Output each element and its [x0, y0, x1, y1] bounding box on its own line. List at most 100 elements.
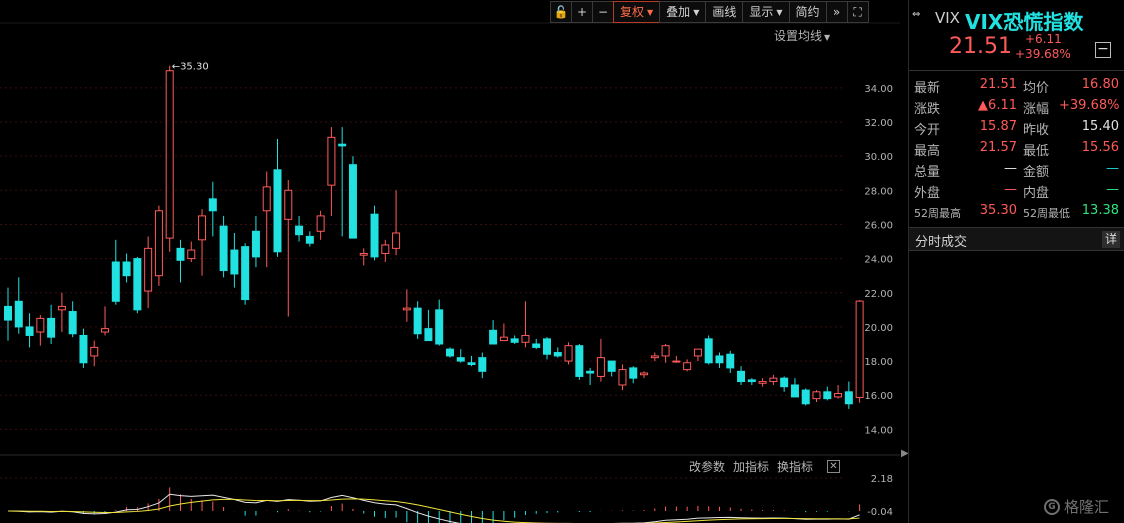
quote-label: 金额 [1023, 165, 1050, 180]
candle-body [596, 357, 605, 377]
candle-body [284, 189, 293, 220]
candle-body [381, 244, 390, 254]
toolbar-restore-button[interactable]: 复权 ▼ [613, 1, 661, 23]
candle-body [122, 261, 131, 277]
y-tick-label: 18.00 [864, 357, 893, 368]
quote-value: 21.57 [979, 140, 1017, 155]
candle-body [424, 328, 433, 342]
candle-body [111, 261, 120, 302]
candles [4, 65, 864, 409]
candle-body [68, 311, 77, 335]
candle-body [348, 164, 357, 239]
switch-indicator-button[interactable]: 换指标 [777, 458, 813, 475]
candle-body [456, 357, 465, 362]
candle-body [402, 307, 411, 311]
double-arrow-icon[interactable]: » [825, 1, 848, 23]
quote-value: 13.38 [1081, 203, 1119, 218]
candle-body [14, 300, 23, 328]
toolbar-zoom-in-label: + [576, 5, 588, 19]
quote-label: 涨跌 [914, 102, 941, 117]
tick-trades-header: 分时成交 详 [909, 227, 1124, 251]
kline-chart-area[interactable]: 34.00 32.00 30.00 28.00 26.00 24.00 22.00 20.00… [0, 0, 905, 523]
y-tick-label: 20.00 [864, 323, 893, 334]
toolbar-overlay-button[interactable]: 叠加 ▼ [659, 1, 707, 23]
candle-body [338, 143, 347, 147]
y-tick-label: 26.00 [864, 220, 893, 231]
minus-icon[interactable]: − [592, 1, 614, 23]
toolbar-overlay-label: 叠加 [666, 5, 691, 19]
close-icon[interactable]: ✕ [827, 460, 840, 473]
collapse-button[interactable]: − [1095, 42, 1111, 58]
candle-body [823, 391, 832, 400]
toolbar-display-label: 显示 [749, 5, 774, 19]
ma-setting-label: 设置均线 [774, 29, 823, 43]
candle-body [575, 345, 584, 377]
quote-label: 涨幅 [1023, 102, 1050, 117]
quote-label: 内盘 [1023, 186, 1050, 201]
candle-body [790, 384, 799, 398]
macd-subchart[interactable]: 2.18 -0.04 [0, 474, 893, 523]
price-block: 21.51 +6.11 +39.68% − [909, 31, 1124, 71]
candle-body [165, 70, 174, 239]
candle-body [198, 215, 207, 241]
candle-body [392, 232, 401, 249]
plus-icon[interactable]: + [571, 1, 593, 23]
quote-row: 最高 21.57 最低 15.56 [909, 138, 1124, 159]
macd-dea-line [7, 498, 860, 523]
toolbar-draw-label: 画线 [712, 5, 737, 19]
candle-body [435, 309, 444, 345]
quote-value: 16.80 [1081, 77, 1119, 92]
add-indicator-button[interactable]: 加指标 [733, 458, 769, 475]
candle-body [543, 338, 551, 355]
detail-button[interactable]: 详 [1102, 231, 1120, 248]
candle-body [510, 338, 519, 343]
toolbar-draw-button[interactable]: 画线 [705, 1, 744, 23]
quote-value: 21.51 [979, 77, 1017, 92]
quote-row: 外盘 — 内盘 — [909, 180, 1124, 201]
candle-body [25, 326, 34, 336]
candle-body [521, 334, 530, 343]
candle-body [47, 317, 56, 338]
quote-value: 15.87 [979, 119, 1017, 134]
quote-value: — [1004, 161, 1017, 176]
toolbar-zoom-out-label: − [597, 5, 609, 19]
candle-body [553, 352, 562, 357]
candle-body [629, 367, 638, 379]
candle-body [4, 305, 12, 321]
quote-panel: ⇔ VIX VIX恐慌指数 21.51 +6.11 +39.68% − 最新 21… [908, 0, 1124, 523]
candle-body [144, 247, 153, 292]
candle-body [57, 305, 66, 311]
symbol-code: VIX [935, 9, 960, 27]
toolbar-simple-label: 简约 [795, 5, 820, 19]
lock-icon[interactable]: 🔓 [550, 1, 572, 23]
candle-body [262, 186, 271, 212]
change-params-button[interactable]: 改参数 [689, 458, 725, 475]
toolbar-display-button[interactable]: 显示 ▼ [742, 1, 790, 23]
candle-body [370, 213, 379, 258]
kline-chart[interactable]: 34.00 32.00 30.00 28.00 26.00 24.00 22.00 20.00… [0, 0, 905, 523]
candle-body [618, 369, 627, 386]
fullscreen-icon[interactable]: ⛶ [846, 1, 869, 23]
candle-body [467, 362, 476, 365]
link-icon[interactable]: ⇔ [912, 9, 920, 20]
candle-body [445, 348, 454, 357]
macd-tick-label: -0.04 [867, 507, 893, 518]
chevron-down-icon: ▼ [824, 33, 831, 42]
toolbar-simple-button[interactable]: 简约 [788, 1, 827, 23]
candle-body [812, 391, 821, 400]
ma-setting-dropdown[interactable]: 设置均线 ▼ [774, 27, 830, 44]
quote-label: 昨收 [1023, 123, 1050, 138]
candle-body [640, 372, 649, 376]
candle-body [36, 317, 45, 333]
indicator-bar: 改参数 加指标 换指标 [689, 458, 813, 475]
price-change: +6.11 [1025, 32, 1062, 46]
candle-body [747, 379, 756, 383]
y-tick-label: 34.00 [864, 84, 893, 95]
y-axis: 34.00 32.00 30.00 28.00 26.00 24.00 22.00 20.00… [864, 84, 893, 437]
candle-body [295, 225, 304, 236]
candle-body [834, 393, 843, 398]
candle-body [219, 225, 228, 272]
max-annotation: ←35.30 [172, 62, 209, 73]
quote-value: — [1106, 161, 1119, 176]
candle-body [532, 343, 541, 348]
